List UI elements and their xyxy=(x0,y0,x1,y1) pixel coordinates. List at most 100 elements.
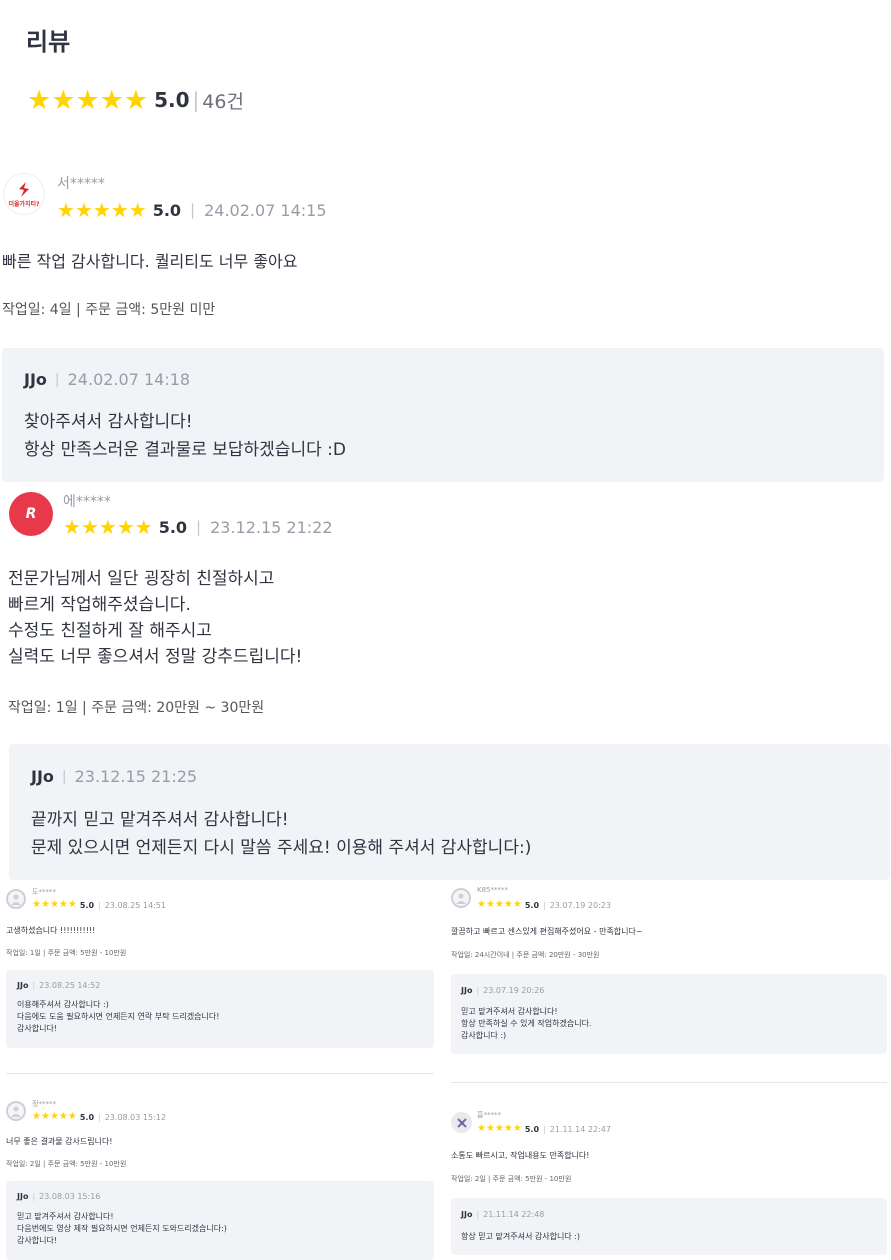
review-meta: 작업일: 2일 | 주문 금액: 5만원 - 10만원 xyxy=(451,1175,572,1183)
star-icon: ★ xyxy=(477,899,486,910)
review-date: 21.11.14 22:47 xyxy=(549,1124,611,1134)
review-rating: ★ ★ ★ ★ ★ 5.0 | 23.07.19 20:23 xyxy=(477,899,611,911)
reply-header: JJo | 21.11.14 22:48 xyxy=(461,1210,544,1219)
reply-author: JJo xyxy=(31,767,54,786)
rating-value: 5.0 xyxy=(158,517,188,537)
review-date: 23.08.25 14:51 xyxy=(104,900,166,910)
reply-content: 믿고 맡겨주셔서 감사합니다! 다음번에도 영상 제작 필요하시면 언제든지 도… xyxy=(17,1212,227,1245)
star-icon: ★ xyxy=(49,1111,59,1122)
reply-author: JJo xyxy=(24,370,47,389)
star-icon: ★ xyxy=(110,198,129,222)
logo-icon xyxy=(19,181,29,197)
reply-date: 23.07.19 20:26 xyxy=(483,986,545,995)
rating-value: 5.0 xyxy=(79,1112,95,1122)
reply-content: 이용해주셔서 감사합니다 :) 다음에도 도움 필요하시면 언제든지 연락 부탁… xyxy=(17,1000,220,1033)
separator: | xyxy=(98,1112,101,1122)
user-icon xyxy=(11,894,21,905)
star-icon: ★ xyxy=(49,899,59,910)
star-icon: ★ xyxy=(123,84,149,116)
reply-author: JJo xyxy=(17,981,29,990)
rating-value: 5.0 xyxy=(79,900,95,910)
star-icon: ★ xyxy=(98,515,117,539)
avatar[interactable]: 더올가치티? xyxy=(3,173,45,215)
reply-content: 찾아주셔서 감사합니다! 항상 만족스러운 결과물로 보답하겠습니다 :D xyxy=(24,412,346,460)
character-icon xyxy=(456,1117,467,1128)
review-meta: 작업일: 4일 | 주문 금액: 5만원 미만 xyxy=(2,302,216,318)
reply-author: JJo xyxy=(461,986,473,995)
reply-author: JJo xyxy=(17,1192,29,1201)
reply-date: 23.12.15 21:25 xyxy=(74,767,198,786)
review-content: 전문가님께서 일단 굉장히 친절하시고 빠르게 작업해주셨습니다. 수정도 친절… xyxy=(8,569,303,667)
reviewer-name: 도***** xyxy=(32,888,56,896)
star-icon: ★ xyxy=(485,899,495,910)
seller-reply: JJo | 23.07.19 20:26 믿고 맡겨주셔서 감사합니다! 항상 … xyxy=(451,974,887,1054)
review-content: 고생하셨습니다 !!!!!!!!!!! xyxy=(6,926,96,935)
reply-date: 21.11.14 22:48 xyxy=(483,1210,545,1219)
review-date: 23.07.19 20:23 xyxy=(549,900,611,910)
star-icon: ★ xyxy=(74,198,93,222)
review-rating: ★ ★ ★ ★ ★ 5.0 | 23.12.15 21:22 xyxy=(63,516,333,538)
reviewer-name: 흠***** xyxy=(477,1111,501,1119)
avatar-label: 더올가치티? xyxy=(8,200,40,208)
star-icon: ★ xyxy=(67,899,77,910)
separator: | xyxy=(543,1124,546,1134)
star-icon: ★ xyxy=(116,515,135,539)
star-icon: ★ xyxy=(51,84,76,116)
reply-header: JJo | 24.02.07 14:18 xyxy=(24,370,190,389)
seller-reply: JJo | 23.08.03 15:16 믿고 맡겨주셔서 감사합니다! 다음번… xyxy=(6,1181,434,1260)
rating-value: 5.0 xyxy=(524,1124,540,1134)
separator: | xyxy=(61,768,67,785)
review-meta: 작업일: 24시간이내 | 주문 금액: 20만원 - 30만원 xyxy=(451,951,600,959)
star-icon: ★ xyxy=(503,1123,513,1134)
review-meta: 작업일: 1일 | 주문 금액: 20만원 ~ 30만원 xyxy=(8,700,265,716)
star-icon: ★ xyxy=(494,1123,504,1134)
star-icon: ★ xyxy=(494,899,504,910)
review-count: 46건 xyxy=(202,90,244,113)
star-icon: ★ xyxy=(58,899,68,910)
review-content: 빠른 작업 감사합니다. 퀄리티도 너무 좋아요 xyxy=(2,252,298,271)
review-date: 23.12.15 21:22 xyxy=(210,517,333,537)
seller-reply: JJo | 24.02.07 14:18 찾아주셔서 감사합니다! 항상 만족스… xyxy=(2,348,884,482)
avatar[interactable] xyxy=(6,1101,26,1121)
seller-reply: JJo | 21.11.14 22:48 항상 믿고 맡겨주셔서 감사합니다 :… xyxy=(451,1198,887,1255)
reply-content: 믿고 맡겨주셔서 감사합니다! 항상 만족하실 수 있게 작업하겠습니다. 감사… xyxy=(461,1007,592,1040)
rating-value: 5.0 xyxy=(524,900,540,910)
star-icon: ★ xyxy=(477,1123,486,1134)
star-icon: ★ xyxy=(134,515,153,539)
star-icon: ★ xyxy=(63,515,81,539)
reply-author: JJo xyxy=(461,1210,473,1219)
reply-header: JJo | 23.08.25 14:52 xyxy=(17,981,100,990)
review-rating: ★ ★ ★ ★ ★ 5.0 | 24.02.07 14:15 xyxy=(57,199,327,221)
review-rating: ★ ★ ★ ★ ★ 5.0 | 23.08.25 14:51 xyxy=(32,899,166,911)
avatar[interactable]: R xyxy=(9,492,53,536)
star-icon: ★ xyxy=(58,1111,68,1122)
separator: | xyxy=(32,1192,36,1201)
reply-date: 23.08.25 14:52 xyxy=(39,981,101,990)
star-icon: ★ xyxy=(503,899,513,910)
star-icon: ★ xyxy=(485,1123,495,1134)
avatar[interactable] xyxy=(451,1112,472,1133)
star-icon: ★ xyxy=(40,1111,50,1122)
separator: | xyxy=(98,900,101,910)
reply-content: 끝까지 믿고 맡겨주셔서 감사합니다! 문제 있으시면 언제든지 다시 말씀 주… xyxy=(31,810,532,858)
review-content: 깔끔하고 빠르고 센스있게 편집해주셨어요 - 만족합니다~ xyxy=(451,927,643,936)
separator: | xyxy=(543,900,546,910)
overall-rating: ★ ★ ★ ★ ★ 5.0 | 46건 xyxy=(27,86,244,114)
review-meta: 작업일: 2일 | 주문 금액: 5만원 - 10만원 xyxy=(6,1160,127,1168)
separator: | xyxy=(32,981,36,990)
avatar[interactable] xyxy=(6,889,26,909)
review-date: 23.08.03 15:12 xyxy=(104,1112,166,1122)
rating-value: 5.0 xyxy=(152,200,182,220)
review-date: 24.02.07 14:15 xyxy=(204,200,327,220)
avatar-label: R xyxy=(25,506,37,522)
reviewer-name: K85***** xyxy=(477,886,508,894)
reply-date: 24.02.07 14:18 xyxy=(67,370,191,389)
avatar[interactable] xyxy=(451,888,471,908)
star-icon: ★ xyxy=(40,899,50,910)
separator: | xyxy=(54,371,60,388)
divider xyxy=(6,1073,434,1074)
seller-reply: JJo | 23.12.15 21:25 끝까지 믿고 맡겨주셔서 감사합니다!… xyxy=(9,744,890,880)
separator: | xyxy=(192,88,200,112)
review-content: 소통도 빠르시고, 작업내용도 만족합니다! xyxy=(451,1151,590,1160)
star-icon: ★ xyxy=(512,899,522,910)
